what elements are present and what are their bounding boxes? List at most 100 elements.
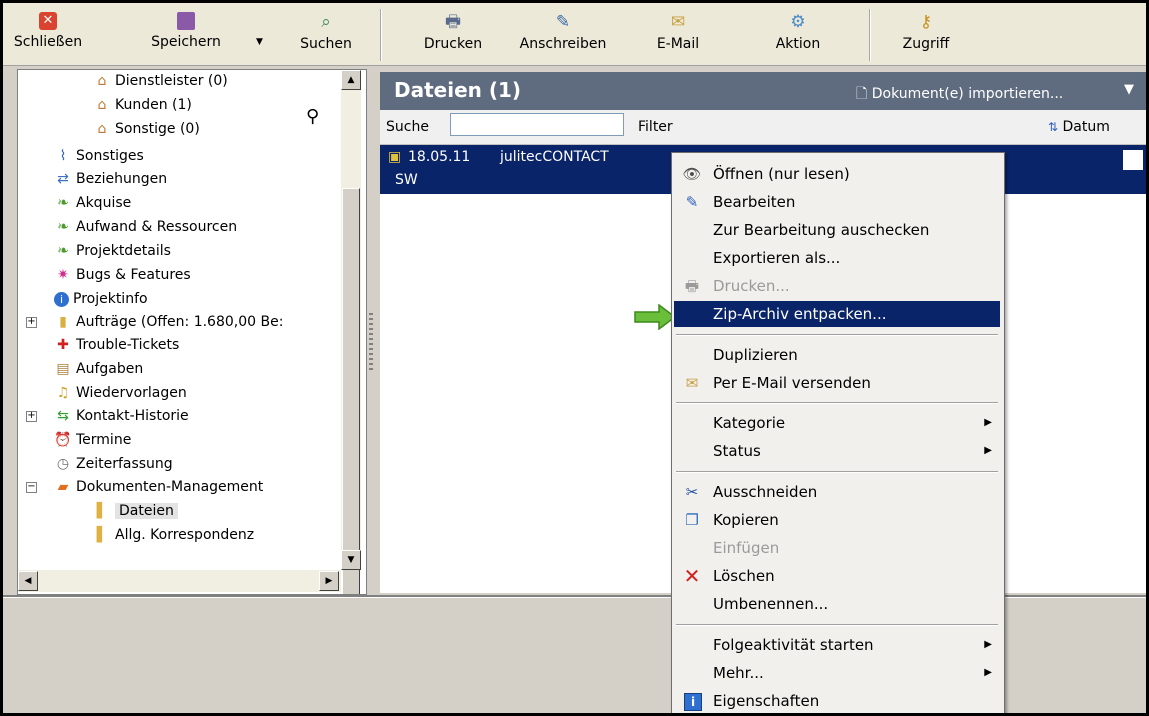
search-icon[interactable]: ⚲ — [306, 106, 319, 127]
menu-item-rename[interactable]: Umbenennen... — [674, 591, 1000, 617]
folder-icon: ▌ — [96, 527, 108, 543]
expand-toggle[interactable]: + — [26, 317, 37, 328]
scroll-right-button[interactable]: ▶ — [319, 571, 339, 591]
expand-toggle[interactable]: + — [26, 411, 37, 422]
row-checkbox[interactable] — [1123, 150, 1143, 170]
delete-icon: ✕ — [683, 564, 701, 588]
contacts-icon: ⌂ — [97, 121, 107, 137]
menu-item-edit[interactable]: ✎ Bearbeiten — [674, 189, 1000, 215]
submenu-arrow-icon: ▶ — [984, 667, 992, 678]
tree-item-projektdetails[interactable]: ❧ Projektdetails — [54, 240, 171, 262]
folder-icon: ▌ — [96, 503, 108, 519]
copy-icon: ❐ — [685, 511, 699, 529]
leaf-icon: ❧ — [57, 219, 69, 235]
menu-item-category[interactable]: Kategorie ▶ — [674, 410, 1000, 436]
clipboard-icon: ▤ — [56, 361, 70, 377]
menu-item-properties[interactable]: i Eigenschaften — [674, 688, 1000, 713]
tree-item-kunden[interactable]: ⌂ Kunden (1) — [93, 94, 192, 116]
file-name: julitecCONTACT — [500, 149, 609, 165]
scroll-thumb[interactable] — [342, 188, 360, 594]
menu-item-paste: Einfügen — [713, 539, 780, 557]
filter-button[interactable]: Filter — [638, 119, 673, 135]
toolbar-separator — [869, 9, 870, 61]
menu-item-duplicate[interactable]: Duplizieren — [674, 342, 1000, 368]
submenu-arrow-icon: ▶ — [984, 417, 992, 428]
tree-item-aufwand[interactable]: ❧ Aufwand & Ressourcen — [54, 216, 237, 238]
navigation-tree[interactable]: ⌂ Dienstleister (0) ⌂ Kunden (1) ⚲ ⌂ Sonsti… — [17, 69, 367, 595]
menu-item-print: 🖶 Drucken... — [674, 273, 1000, 299]
menu-separator — [676, 471, 998, 473]
tree-item-projektinfo[interactable]: i Projektinfo — [54, 288, 148, 310]
tree-item-sonstige[interactable]: ⌂ Sonstige (0) — [93, 118, 200, 140]
scroll-left-button[interactable]: ◀ — [18, 571, 38, 591]
ticket-icon: ✚ — [57, 337, 69, 353]
tree-vertical-scrollbar[interactable]: ▲ ▼ — [341, 70, 361, 594]
menu-item-status[interactable]: Status ▶ — [674, 438, 1000, 464]
search-button[interactable]: ⌕ Suchen — [286, 3, 366, 65]
tree-item-dienstleister[interactable]: ⌂ Dienstleister (0) — [93, 70, 228, 92]
action-button[interactable]: ⚙ Aktion — [763, 3, 833, 65]
bug-icon: ✷ — [57, 267, 69, 283]
menu-item-more[interactable]: Mehr... ▶ — [674, 660, 1000, 686]
search-icon: ⌕ — [321, 12, 331, 32]
tree-item-akquise[interactable]: ❧ Akquise — [54, 192, 131, 214]
keys-icon: ⚷ — [919, 12, 933, 32]
file-date: 18.05.11 — [408, 149, 471, 165]
tree-item-wiedervorlagen[interactable]: ♫ Wiedervorlagen — [54, 382, 187, 404]
menu-item-follow-up[interactable]: Folgeaktivität starten ▶ — [674, 632, 1000, 658]
tree-item-dokumenten-management[interactable]: ▰ Dokumenten-Management — [54, 476, 264, 498]
sort-button[interactable]: ⇅ Datum — [1048, 119, 1110, 135]
menu-item-send-email[interactable]: ✉ Per E-Mail versenden — [674, 370, 1000, 396]
menu-item-open-readonly[interactable]: 👁 Öffnen (nur lesen) — [674, 161, 1000, 187]
tree-item-trouble-tickets[interactable]: ✚ Trouble-Tickets — [54, 334, 179, 356]
letter-button[interactable]: ✎ Anschreiben — [513, 3, 613, 65]
tree-item-aufgaben[interactable]: ▤ Aufgaben — [54, 358, 143, 380]
app-window: ✕ Schließen Speichern ▼ ⌕ Suchen 🖶 Druck… — [0, 0, 1149, 716]
tree-item-zeiterfassung[interactable]: ◷ Zeiterfassung — [54, 453, 173, 475]
tree-item-beziehungen[interactable]: ⇄ Beziehungen — [54, 168, 167, 190]
close-button[interactable]: ✕ Schließen — [13, 3, 83, 65]
leaf-icon: ❧ — [57, 243, 69, 259]
menu-item-delete[interactable]: ✕ Löschen — [674, 563, 1000, 589]
tree-item-bugs[interactable]: ✷ Bugs & Features — [54, 264, 191, 286]
tree-item-termine[interactable]: ⏰ Termine — [54, 429, 131, 451]
email-button[interactable]: ✉ E-Mail — [643, 3, 713, 65]
menu-separator — [676, 402, 998, 404]
menu-item-cut[interactable]: ✂ Ausschneiden — [674, 479, 1000, 505]
sort-az-icon: ⇅ — [1048, 120, 1059, 134]
alarm-clock-icon: ⏰ — [54, 432, 72, 448]
zip-file-icon: ▣ — [388, 149, 402, 165]
documents-icon: ▰ — [57, 479, 69, 495]
scroll-up-button[interactable]: ▲ — [341, 70, 361, 90]
tree-item-dateien[interactable]: ▌ Dateien — [93, 500, 178, 522]
scissors-icon: ✂ — [685, 483, 699, 501]
paperclip-icon: ⌇ — [59, 148, 67, 164]
collapse-toggle[interactable]: − — [26, 482, 37, 493]
tree-horizontal-scrollbar[interactable]: ◀ ▶ — [18, 570, 341, 592]
printer-icon: 🖶 — [444, 12, 462, 32]
save-button[interactable]: Speichern — [141, 3, 231, 65]
close-icon: ✕ — [39, 12, 57, 30]
import-documents-button[interactable]: 🗋 Dokument(e) importieren... — [856, 83, 1063, 107]
scroll-down-button[interactable]: ▼ — [341, 550, 361, 570]
access-button[interactable]: ⚷ Zugriff — [891, 3, 961, 65]
tree-item-allg-korrespondenz[interactable]: ▌ Allg. Korrespondenz — [93, 524, 255, 546]
print-button[interactable]: 🖶 Drucken — [413, 3, 493, 65]
tree-item-kontakt-historie[interactable]: ⇆ Kontakt-Historie — [54, 405, 189, 427]
menu-item-export[interactable]: Exportieren als... — [674, 245, 1000, 271]
splitter-grip[interactable] — [369, 313, 373, 373]
bell-icon: ♫ — [56, 385, 70, 401]
chevron-down-icon[interactable]: ▼ — [1124, 82, 1134, 97]
import-icon: 🗋 — [856, 86, 868, 102]
tree-item-sonstiges[interactable]: ⌇ Sonstiges — [54, 145, 144, 167]
stopwatch-icon: ◷ — [56, 456, 70, 472]
menu-item-checkout[interactable]: Zur Bearbeitung auschecken — [674, 217, 1000, 243]
save-dropdown-arrow[interactable]: ▼ — [256, 37, 263, 47]
context-menu: 👁 Öffnen (nur lesen) ✎ Bearbeiten Zur Bear… — [671, 152, 1005, 713]
menu-item-unzip[interactable]: Zip-Archiv entpacken... — [674, 301, 1000, 327]
leaf-icon: ❧ — [57, 195, 69, 211]
menu-item-copy[interactable]: ❐ Kopieren — [674, 507, 1000, 533]
search-input[interactable] — [450, 113, 624, 136]
files-title: Dateien (1) — [394, 78, 522, 102]
tree-item-auftraege[interactable]: ▮ Aufträge (Offen: 1.680,00 Be: — [54, 311, 283, 333]
